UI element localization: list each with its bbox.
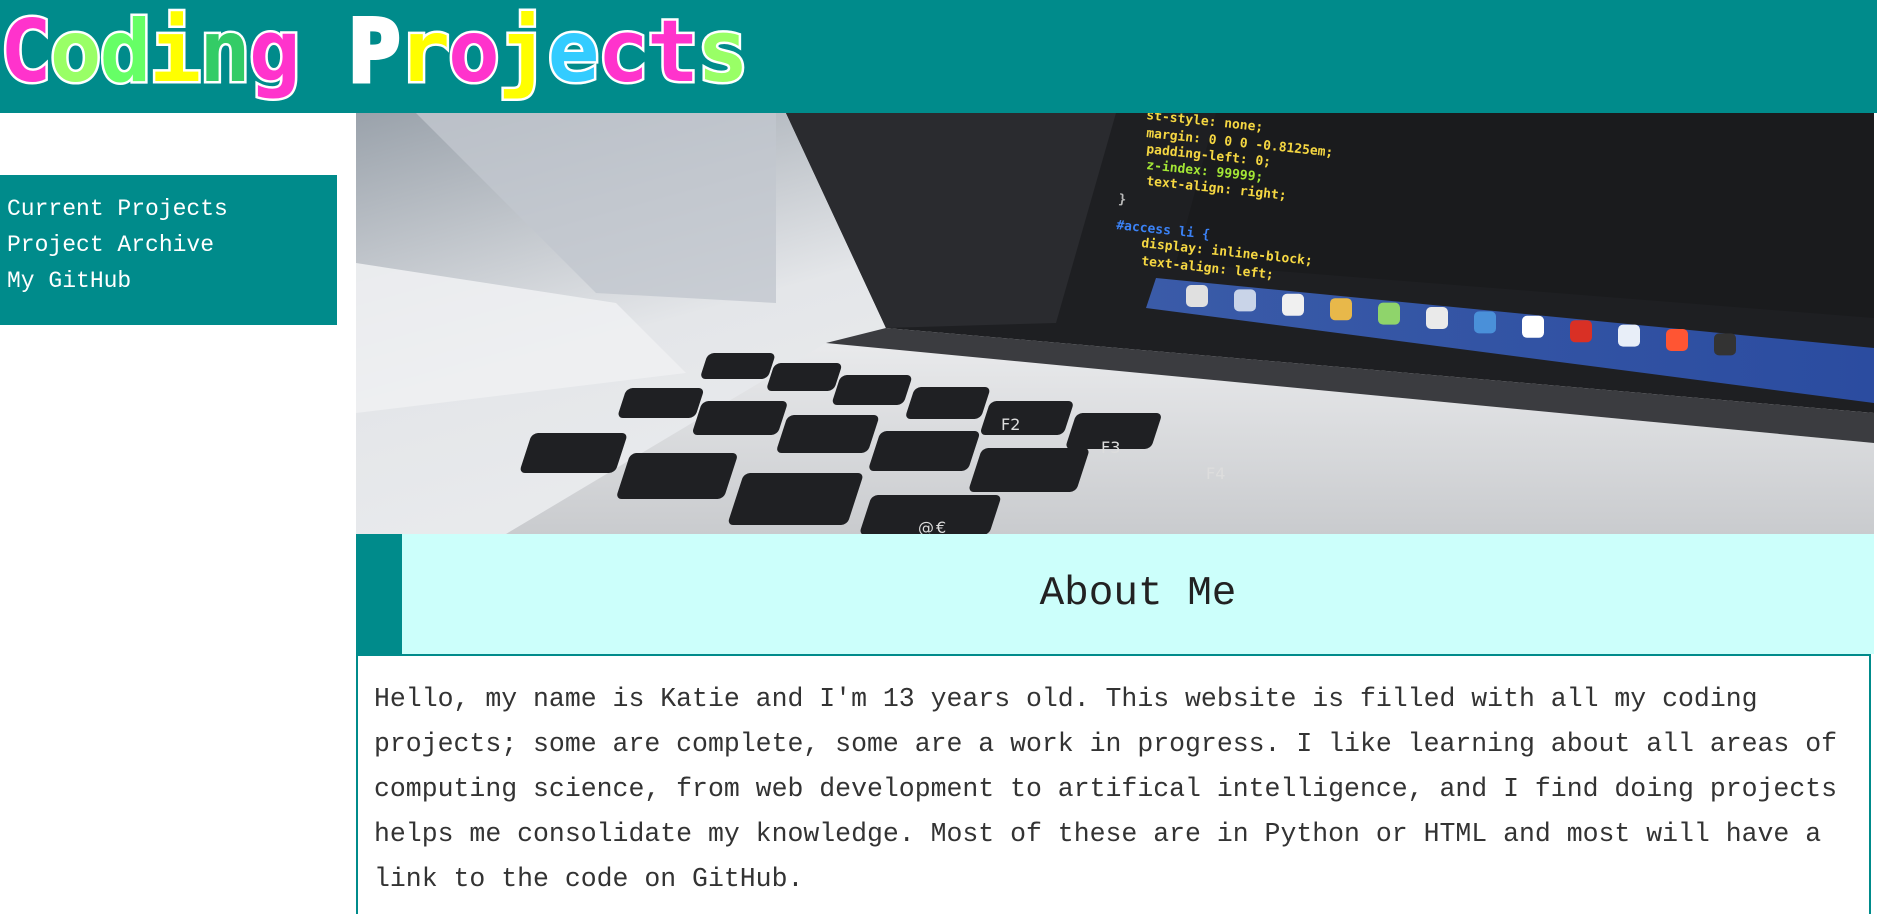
key-label: F4 — [1206, 464, 1225, 483]
nav-link-project-archive[interactable]: Project Archive — [7, 227, 337, 263]
keyboard-key — [701, 353, 775, 379]
keyboard-key — [693, 401, 787, 435]
keyboard-key — [767, 363, 842, 391]
logo-letter: C — [0, 2, 54, 102]
dock-app-icon — [1618, 324, 1640, 347]
dock-app-icon — [1666, 329, 1688, 351]
nav-link-current-projects[interactable]: Current Projects — [7, 191, 337, 227]
logo-letter — [299, 10, 349, 94]
logo-letter: P — [346, 2, 403, 102]
keyboard-key — [906, 387, 990, 419]
nav-link-github[interactable]: My GitHub — [7, 263, 337, 299]
laptop-code-photo-icon: F2F3F4@€2£# st-style: none;margin: 0 0 0… — [356, 113, 1874, 534]
logo-letter: r — [396, 2, 453, 102]
sidebar-nav: Current Projects Project Archive My GitH… — [0, 175, 337, 325]
dock-app-icon — [1330, 298, 1352, 321]
keyboard-key — [777, 415, 879, 453]
dock-app-icon — [1234, 289, 1256, 312]
key-label: € — [936, 518, 946, 534]
keyboard-key — [869, 431, 980, 471]
keyboard-key — [981, 401, 1073, 435]
dock-app-icon — [1426, 307, 1448, 329]
dock-app-icon — [1570, 320, 1592, 343]
hero-laptop-image: F2F3F4@€2£# st-style: none;margin: 0 0 0… — [356, 113, 1874, 534]
code-line: } — [1118, 192, 1127, 208]
about-heading-panel: About Me — [402, 534, 1874, 654]
dock-app-icon — [1714, 333, 1736, 356]
about-body-text: Hello, my name is Katie and I'm 13 years… — [374, 684, 1838, 894]
logo-letter: o — [446, 2, 503, 102]
logo-letter: e — [545, 2, 602, 102]
site-header: Coding Projects — [0, 0, 1877, 113]
logo-letter: o — [47, 2, 104, 102]
dock-app-icon — [1474, 311, 1496, 334]
logo-letter: g — [246, 2, 303, 102]
dock-app-icon — [1522, 315, 1544, 338]
keyboard-key — [617, 453, 737, 499]
logo-letter: j — [495, 2, 552, 102]
logo-letter: i — [147, 2, 204, 102]
dock-app-icon — [1282, 293, 1304, 316]
keyboard-key — [832, 375, 912, 405]
keyboard-key — [618, 388, 704, 418]
keyboard-key — [969, 448, 1089, 492]
logo-letter: n — [197, 2, 254, 102]
dock-app-icon — [1186, 285, 1208, 307]
dock-app-icon — [1378, 302, 1400, 325]
logo-letter: t — [645, 2, 702, 102]
keyboard-key — [520, 433, 627, 473]
key-label: @ — [918, 518, 934, 534]
about-text-box: Hello, my name is Katie and I'm 13 years… — [356, 654, 1871, 914]
about-accent-bar — [356, 534, 402, 654]
logo-letter: d — [97, 2, 154, 102]
logo-letter: c — [595, 2, 652, 102]
about-title: About Me — [1039, 571, 1237, 617]
key-label: F2 — [1001, 415, 1020, 434]
key-label: F3 — [1101, 438, 1120, 457]
keyboard-key — [728, 473, 863, 525]
site-logo-title[interactable]: Coding Projects — [0, 2, 751, 102]
logo-letter: s — [694, 2, 751, 102]
